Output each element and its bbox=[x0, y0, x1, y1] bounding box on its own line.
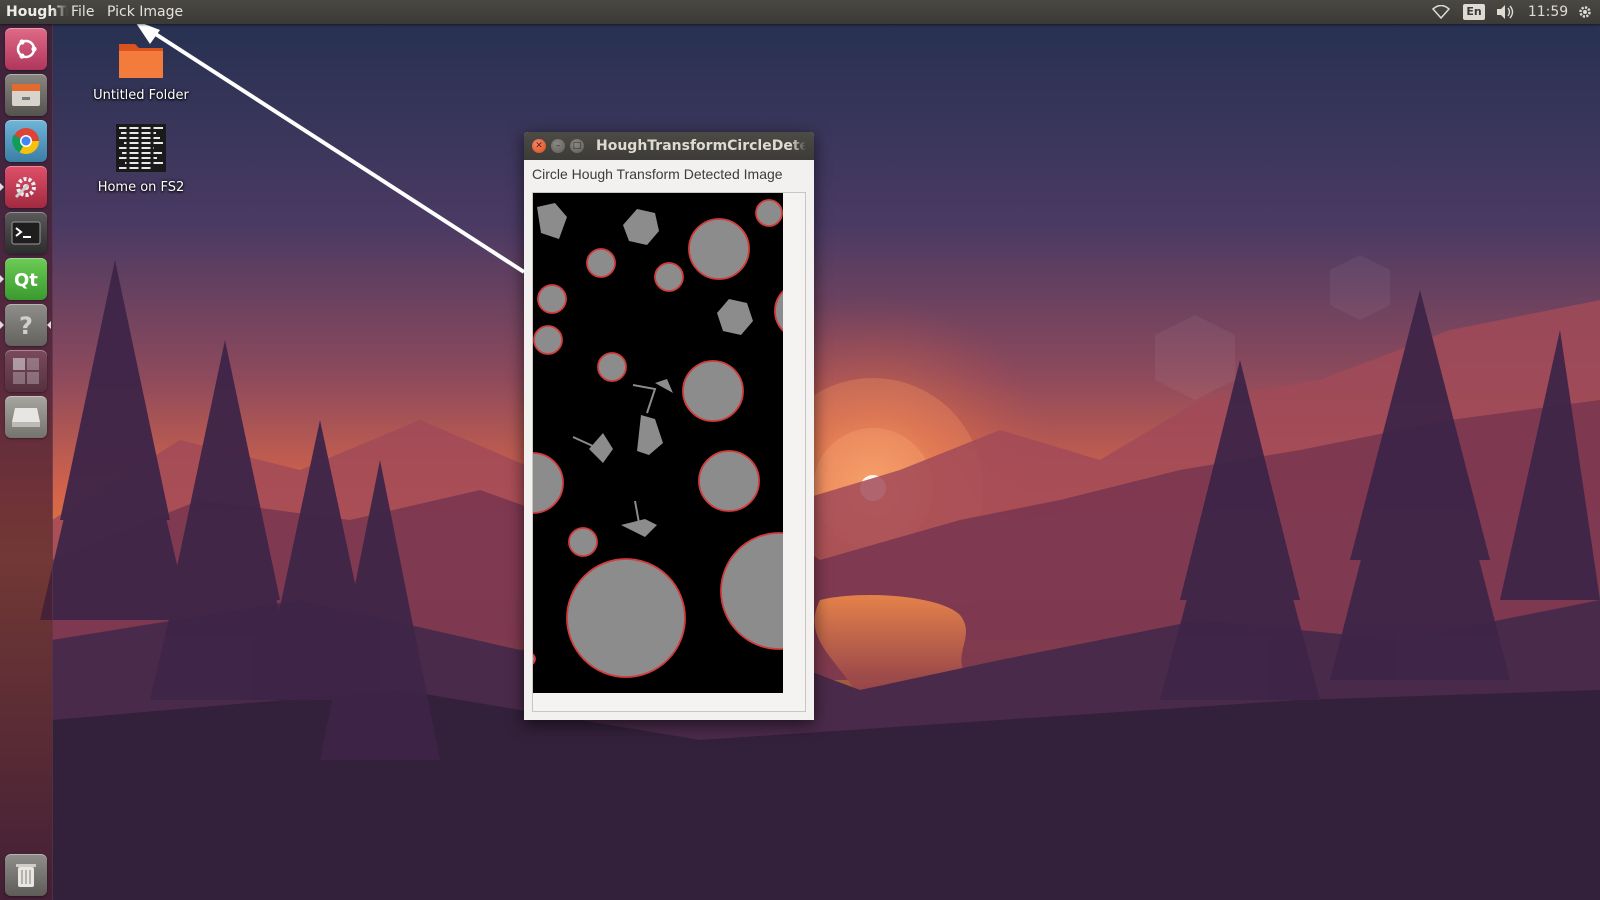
running-indicator bbox=[0, 183, 4, 191]
volume-icon[interactable] bbox=[1494, 0, 1516, 24]
clock[interactable]: 11:59 bbox=[1526, 0, 1570, 24]
gear-icon[interactable] bbox=[1574, 0, 1596, 24]
minimize-icon[interactable]: – bbox=[551, 139, 565, 153]
folder-icon bbox=[86, 38, 196, 84]
running-indicator bbox=[0, 321, 4, 329]
detected-circle bbox=[755, 199, 783, 227]
detected-circle bbox=[682, 360, 744, 422]
desktop-icon-label: Home on FS2 bbox=[97, 180, 185, 195]
desktop-icon-label: Untitled Folder bbox=[93, 88, 189, 103]
detected-circle bbox=[533, 325, 563, 355]
detected-circle bbox=[597, 352, 627, 382]
ubuntu-logo-icon[interactable] bbox=[5, 28, 47, 70]
image-caption: Circle Hough Transform Detected Image bbox=[532, 166, 783, 182]
trash-icon[interactable] bbox=[5, 854, 47, 896]
detected-circle bbox=[568, 527, 598, 557]
workspace-icon[interactable] bbox=[5, 350, 47, 392]
terminal-icon[interactable] bbox=[5, 212, 47, 254]
app-window[interactable]: ✕ – □ HoughTransformCircleDetect Circle … bbox=[524, 132, 814, 720]
close-icon[interactable]: ✕ bbox=[532, 139, 546, 153]
keyboard-layout-indicator[interactable]: En bbox=[1463, 0, 1485, 24]
desktop-icon-home-on-fs2[interactable]: Home on FS2 bbox=[86, 124, 196, 195]
running-indicator bbox=[0, 275, 4, 283]
qt-icon[interactable]: Qt bbox=[5, 258, 47, 300]
help-icon[interactable]: ? bbox=[5, 304, 47, 346]
svg-text:Qt: Qt bbox=[14, 270, 38, 291]
menu-pick-image[interactable]: Pick Image bbox=[107, 0, 183, 24]
svg-text:?: ? bbox=[19, 312, 33, 339]
settings-icon[interactable] bbox=[5, 166, 47, 208]
drive-icon[interactable] bbox=[5, 396, 47, 438]
detected-circle bbox=[586, 248, 616, 278]
image-viewport[interactable] bbox=[532, 192, 806, 712]
active-window-indicator bbox=[47, 321, 51, 329]
maximize-icon[interactable]: □ bbox=[570, 139, 584, 153]
detected-circle bbox=[537, 284, 567, 314]
detected-circle bbox=[698, 450, 760, 512]
window-titlebar[interactable]: ✕ – □ HoughTransformCircleDetect bbox=[524, 132, 814, 160]
chrome-icon[interactable] bbox=[5, 120, 47, 162]
detected-circle bbox=[566, 558, 686, 678]
launcher: Qt ? bbox=[0, 24, 53, 900]
detected-image bbox=[533, 193, 783, 693]
window-title: HoughTransformCircleDetect bbox=[596, 138, 806, 154]
detected-circle bbox=[654, 262, 684, 292]
network-share-icon bbox=[86, 124, 196, 176]
wifi-icon[interactable] bbox=[1430, 0, 1452, 24]
keyboard-layout-label: En bbox=[1463, 4, 1485, 20]
file-manager-icon[interactable] bbox=[5, 74, 47, 116]
menu-file[interactable]: File bbox=[71, 0, 94, 24]
top-panel: HoughTr File Pick Image En 11:59 bbox=[0, 0, 1600, 24]
app-name: HoughTr bbox=[6, 4, 68, 20]
detected-circle bbox=[688, 218, 750, 280]
desktop-icon-untitled-folder[interactable]: Untitled Folder bbox=[86, 38, 196, 103]
